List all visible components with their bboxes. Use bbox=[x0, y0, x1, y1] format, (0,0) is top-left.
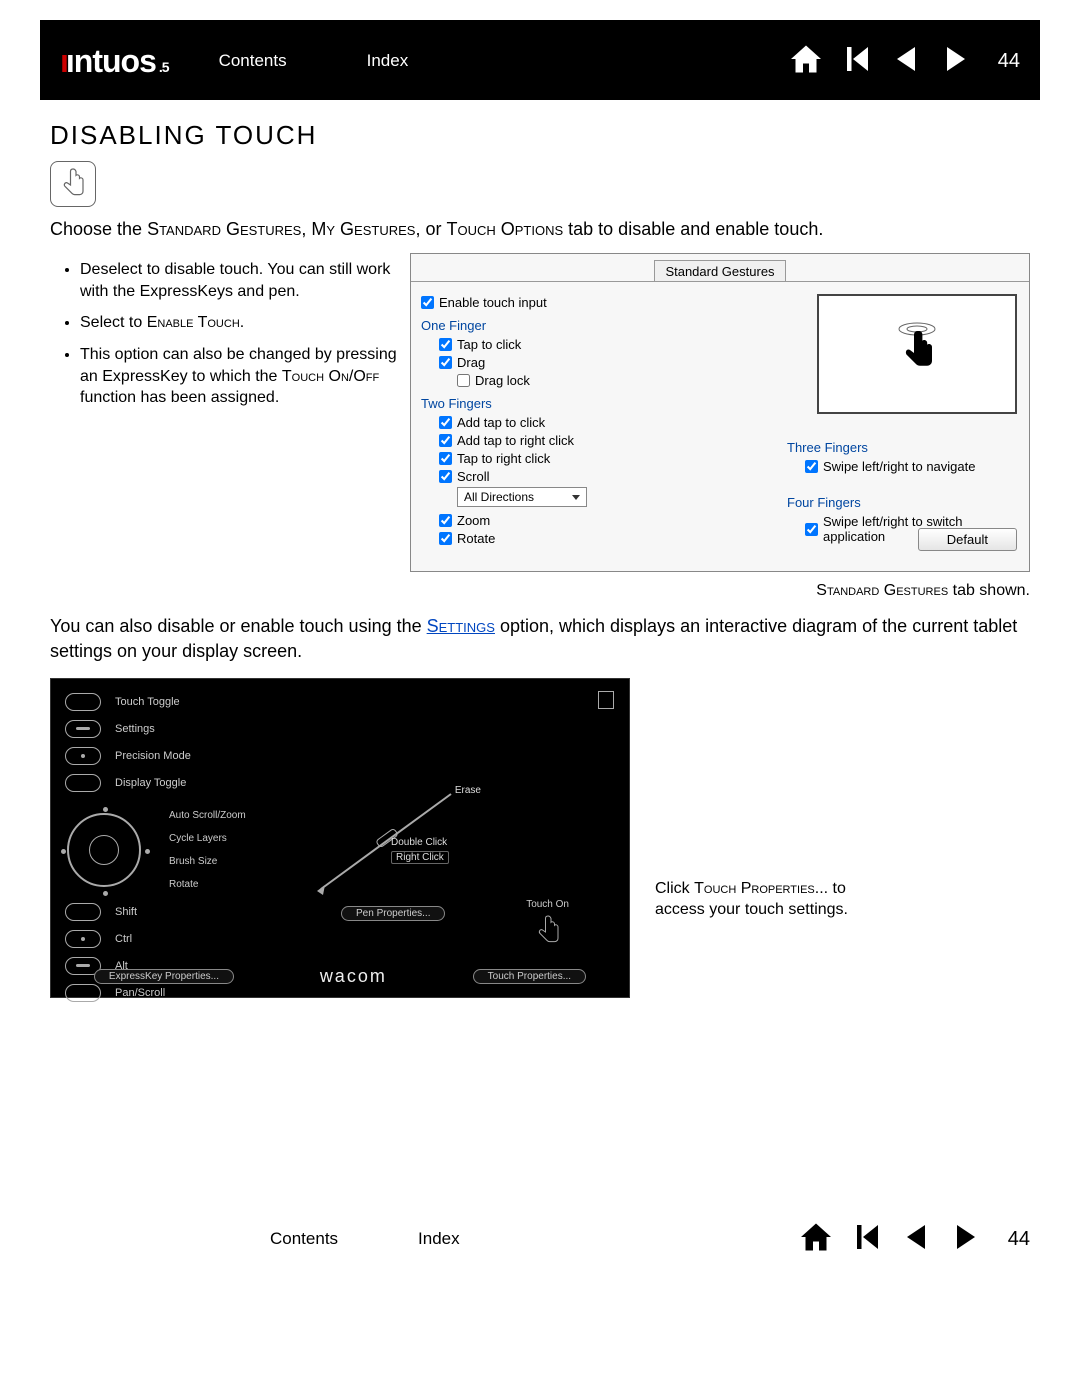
bullet-1: Deselect to disable touch. You can still… bbox=[80, 259, 400, 302]
touch-properties-button[interactable]: Touch Properties... bbox=[473, 969, 586, 984]
three-fingers-label: Three Fingers bbox=[787, 440, 1017, 455]
notes-icon bbox=[598, 691, 614, 709]
bullet-3: This option can also be changed by press… bbox=[80, 344, 400, 409]
expresskey-4[interactable] bbox=[65, 774, 101, 792]
header-bar: ııntuos.5 Contents Index 44 bbox=[40, 20, 1040, 100]
tap-rclick-checkbox[interactable] bbox=[439, 452, 452, 465]
four-fingers-label: Four Fingers bbox=[787, 495, 1017, 510]
expresskey-3[interactable] bbox=[65, 747, 101, 765]
footer-bar: Contents Index 44 bbox=[40, 1198, 1040, 1280]
prev-page-icon[interactable] bbox=[898, 1219, 934, 1260]
footer-index-link[interactable]: Index bbox=[418, 1229, 460, 1249]
home-icon[interactable] bbox=[788, 41, 824, 82]
logo-text: ıntuos bbox=[66, 43, 156, 80]
enable-touch-label: Enable touch input bbox=[439, 295, 547, 310]
expresskey-5[interactable] bbox=[65, 903, 101, 921]
first-page-icon[interactable] bbox=[838, 41, 874, 82]
tab-standard-gestures[interactable]: Standard Gestures bbox=[654, 260, 785, 282]
index-link[interactable]: Index bbox=[367, 51, 409, 71]
nav-icons: 44 bbox=[788, 41, 1020, 82]
settings-overlay-panel: Touch Toggle Settings Precision Mode Dis… bbox=[50, 678, 630, 998]
prev-page-icon[interactable] bbox=[888, 41, 924, 82]
default-button[interactable]: Default bbox=[918, 528, 1017, 551]
standard-gestures-dialog: Standard Gestures Enable touch input One… bbox=[410, 253, 1030, 572]
touch-on-area: Touch On bbox=[526, 899, 569, 951]
expresskey-properties-button[interactable]: ExpressKey Properties... bbox=[94, 969, 234, 984]
instruction-list: Deselect to disable touch. You can still… bbox=[50, 253, 400, 419]
swipe-nav-checkbox[interactable] bbox=[805, 460, 818, 473]
footer-nav-icons: 44 bbox=[798, 1219, 1030, 1260]
zoom-checkbox[interactable] bbox=[439, 514, 452, 527]
expresskey-2[interactable] bbox=[65, 720, 101, 738]
rotate-checkbox[interactable] bbox=[439, 532, 452, 545]
scroll-direction-dropdown[interactable]: All Directions bbox=[457, 487, 587, 507]
logo-sub: .5 bbox=[159, 59, 169, 75]
touch-ring[interactable] bbox=[59, 805, 149, 895]
footer-page-number: 44 bbox=[1008, 1228, 1030, 1251]
first-page-icon[interactable] bbox=[848, 1219, 884, 1260]
pen-diagram: Erase Double Click Right Click Pen Prope… bbox=[311, 779, 481, 899]
drag-lock-checkbox[interactable] bbox=[457, 374, 470, 387]
touch-gesture-icon bbox=[50, 161, 96, 207]
chevron-down-icon bbox=[572, 495, 580, 500]
intro-paragraph: Choose the Standard Gestures, My Gesture… bbox=[50, 217, 1030, 241]
scroll-checkbox[interactable] bbox=[439, 470, 452, 483]
gesture-preview bbox=[817, 294, 1017, 414]
page-title: DISABLING TOUCH bbox=[50, 120, 1030, 151]
settings-link[interactable]: Settings bbox=[427, 616, 495, 636]
page-number: 44 bbox=[998, 50, 1020, 73]
next-page-icon[interactable] bbox=[948, 1219, 984, 1260]
expresskey-6[interactable] bbox=[65, 930, 101, 948]
dialog-caption: Standard Gestures tab shown. bbox=[410, 582, 1030, 600]
add-tap-rclick-checkbox[interactable] bbox=[439, 434, 452, 447]
add-tap-click-checkbox[interactable] bbox=[439, 416, 452, 429]
footer-contents-link[interactable]: Contents bbox=[270, 1229, 338, 1249]
mid-paragraph: You can also disable or enable touch usi… bbox=[50, 614, 1030, 663]
next-page-icon[interactable] bbox=[938, 41, 974, 82]
tap-to-click-checkbox[interactable] bbox=[439, 338, 452, 351]
enable-touch-checkbox[interactable] bbox=[421, 296, 434, 309]
home-icon[interactable] bbox=[798, 1219, 834, 1260]
pen-properties-button[interactable]: Pen Properties... bbox=[341, 906, 445, 921]
logo: ııntuos.5 bbox=[60, 43, 169, 80]
swipe-app-checkbox[interactable] bbox=[805, 523, 818, 536]
contents-link[interactable]: Contents bbox=[219, 51, 287, 71]
bullet-2: Select to Enable Touch. bbox=[80, 312, 400, 334]
side-note: Click Touch Properties... to access your… bbox=[655, 878, 885, 921]
expresskey-1[interactable] bbox=[65, 693, 101, 711]
drag-checkbox[interactable] bbox=[439, 356, 452, 369]
wacom-logo: wacom bbox=[320, 966, 387, 987]
